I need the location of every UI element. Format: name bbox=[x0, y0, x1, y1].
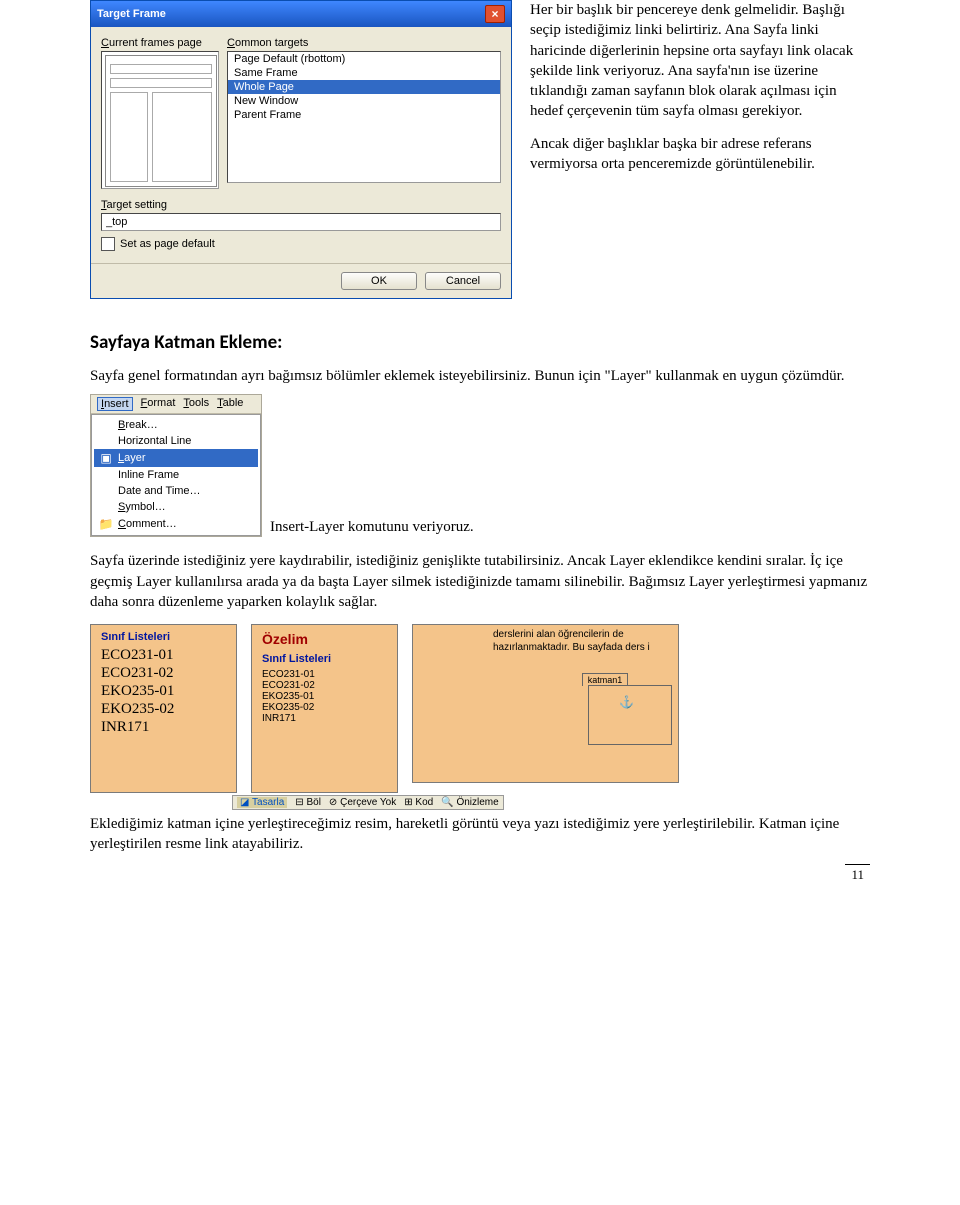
layers-figure: Sınıf Listeleri ECO231-01 ECO231-02 EKO2… bbox=[90, 624, 870, 793]
target-frame-dialog: Target Frame × Current frames page Comm bbox=[90, 0, 512, 299]
menu-item-comment[interactable]: 📁Comment… bbox=[94, 515, 258, 533]
insert-menu-screenshot: Insert Format Tools Table Break… Horizon… bbox=[90, 394, 262, 537]
menu-item-hrule[interactable]: Horizontal Line bbox=[94, 433, 258, 449]
page-number: 11 bbox=[845, 864, 870, 885]
list-item: ECO231-01 bbox=[262, 669, 387, 680]
dialog-title: Target Frame bbox=[97, 8, 166, 20]
panel-mid: Özelim Sınıf Listeleri ECO231-01 ECO231-… bbox=[251, 624, 398, 793]
view-code[interactable]: ⊞ Kod bbox=[404, 797, 433, 808]
menu-item-break[interactable]: Break… bbox=[94, 417, 258, 433]
view-noframe[interactable]: ⊘ Çerçeve Yok bbox=[329, 797, 396, 808]
menu-tools[interactable]: Tools bbox=[183, 397, 209, 411]
menu-table[interactable]: Table bbox=[217, 397, 243, 411]
menu-format[interactable]: Format bbox=[141, 397, 176, 411]
view-preview[interactable]: 🔍 Önizleme bbox=[441, 797, 498, 808]
target-setting-input[interactable] bbox=[101, 213, 501, 231]
list-item: EKO235-01 bbox=[262, 691, 387, 702]
layer-icon: ▣ bbox=[98, 451, 114, 465]
katman-box[interactable] bbox=[588, 685, 672, 745]
list-item[interactable]: Page Default (rbottom) bbox=[228, 52, 500, 66]
list-item[interactable]: New Window bbox=[228, 94, 500, 108]
view-split[interactable]: ⊟ Böl bbox=[295, 797, 321, 808]
cancel-button[interactable]: Cancel bbox=[425, 272, 501, 290]
list-item: EKO235-01 bbox=[101, 683, 226, 700]
list-item: EKO235-02 bbox=[101, 701, 226, 718]
list-item[interactable]: Same Frame bbox=[228, 66, 500, 80]
common-targets-label: Common targets bbox=[227, 37, 501, 49]
side-p2: Ancak diğer başlıklar başka bir adrese r… bbox=[530, 134, 870, 175]
ok-button[interactable]: OK bbox=[341, 272, 417, 290]
close-icon[interactable]: × bbox=[485, 5, 505, 23]
panel-left: Sınıf Listeleri ECO231-01 ECO231-02 EKO2… bbox=[90, 624, 237, 793]
panel-subtitle: Sınıf Listeleri bbox=[262, 653, 387, 665]
target-setting-label: Target setting bbox=[101, 199, 501, 211]
set-default-label: Set as page default bbox=[120, 238, 215, 250]
menu-item-iframe[interactable]: Inline Frame bbox=[94, 467, 258, 483]
panel-right: derslerini alan öğrencilerin de hazırlan… bbox=[412, 624, 679, 783]
list-item: ECO231-02 bbox=[101, 665, 226, 682]
menubar: Insert Format Tools Table bbox=[91, 395, 261, 414]
dialog-titlebar: Target Frame × bbox=[91, 1, 511, 27]
para-3: Eklediğimiz katman içine yerleştireceğim… bbox=[90, 814, 870, 855]
menu-item-layer[interactable]: ▣Layer bbox=[94, 449, 258, 467]
view-design[interactable]: ◪ Tasarla bbox=[237, 797, 287, 808]
list-item: ECO231-01 bbox=[101, 647, 226, 664]
menu-item-symbol[interactable]: Symbol… bbox=[94, 499, 258, 515]
list-item: EKO235-02 bbox=[262, 702, 387, 713]
checkbox-icon[interactable] bbox=[101, 237, 115, 251]
list-item: INR171 bbox=[262, 713, 387, 724]
current-frames-label: Current frames page bbox=[101, 37, 211, 49]
list-item: INR171 bbox=[101, 719, 226, 736]
frame-preview[interactable] bbox=[101, 51, 219, 189]
view-strip: ◪ Tasarla ⊟ Böl ⊘ Çerçeve Yok ⊞ Kod 🔍 Ön… bbox=[232, 795, 504, 810]
list-item[interactable]: Parent Frame bbox=[228, 108, 500, 122]
common-targets-listbox[interactable]: Page Default (rbottom) Same Frame Whole … bbox=[227, 51, 501, 183]
set-default-row[interactable]: Set as page default bbox=[101, 237, 501, 251]
panel-title: Özelim bbox=[262, 631, 387, 647]
anchor-icon: ⚓ bbox=[619, 695, 634, 709]
list-item: ECO231-02 bbox=[262, 680, 387, 691]
menu-insert[interactable]: Insert bbox=[97, 397, 133, 411]
folder-icon: 📁 bbox=[98, 517, 114, 531]
menu-caption: Insert-Layer komutunu veriyoruz. bbox=[270, 517, 474, 537]
side-p1: Her bir başlık bir pencereye denk gelmel… bbox=[530, 0, 870, 122]
para-1: Sayfa genel formatından ayrı bağımsız bö… bbox=[90, 366, 870, 386]
list-item-selected[interactable]: Whole Page bbox=[228, 80, 500, 94]
section-heading: Sayfaya Katman Ekleme: bbox=[90, 331, 870, 354]
menu-item-date[interactable]: Date and Time… bbox=[94, 483, 258, 499]
side-explanation: Her bir başlık bir pencereye denk gelmel… bbox=[530, 0, 870, 186]
panel-title: Sınıf Listeleri bbox=[101, 631, 226, 643]
para-2: Sayfa üzerinde istediğiniz yere kaydırab… bbox=[90, 551, 870, 612]
panel-desc: derslerini alan öğrencilerin de hazırlan… bbox=[493, 629, 672, 654]
